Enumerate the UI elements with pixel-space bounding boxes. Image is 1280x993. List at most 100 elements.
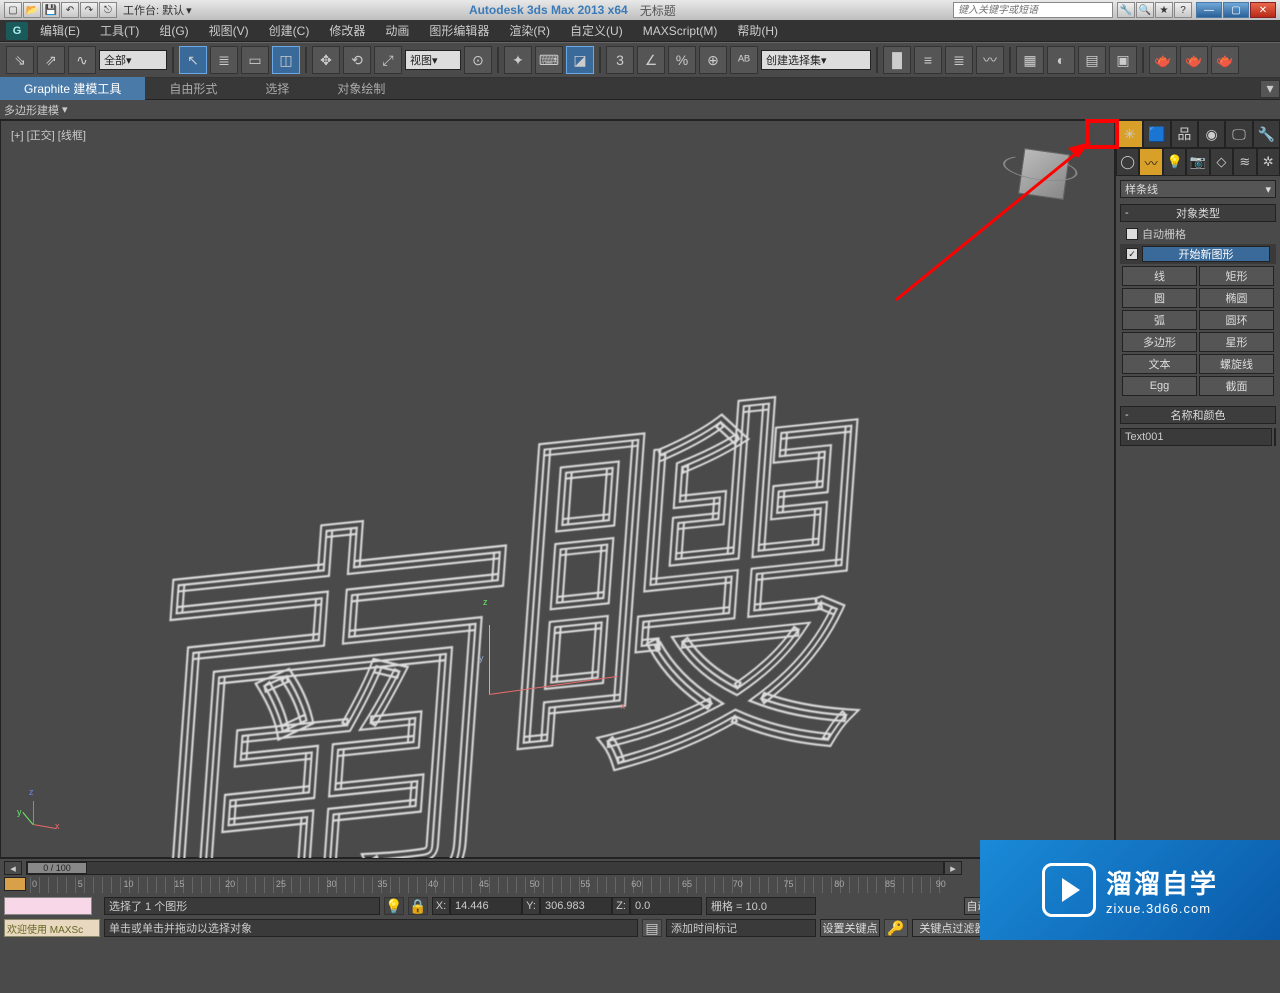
spinner-snap-icon[interactable]: ⊕: [699, 46, 727, 74]
circle-button[interactable]: 圆: [1122, 288, 1197, 308]
ellipse-button[interactable]: 椭圆: [1199, 288, 1274, 308]
move-icon[interactable]: ✥: [312, 46, 340, 74]
menu-render[interactable]: 渲染(R): [501, 20, 558, 41]
percent-snap-icon[interactable]: %: [668, 46, 696, 74]
time-ruler[interactable]: 051015202530354045505560657075808590: [30, 877, 948, 893]
motion-tab-icon[interactable]: ◉: [1198, 120, 1225, 148]
y-value[interactable]: 306.983: [540, 897, 612, 915]
menu-tools[interactable]: 工具(T): [92, 20, 147, 41]
maximize-button[interactable]: ▢: [1223, 2, 1249, 18]
shape-type-dropdown[interactable]: 样条线▾: [1120, 180, 1276, 198]
select-icon[interactable]: ↖: [179, 46, 207, 74]
named-selection-dropdown[interactable]: 创建选择集 ▾: [761, 50, 871, 70]
app-logo-icon[interactable]: G: [6, 22, 28, 40]
menu-help[interactable]: 帮助(H): [729, 20, 786, 41]
help-icon[interactable]: ?: [1174, 2, 1192, 18]
star-icon[interactable]: ★: [1155, 2, 1173, 18]
material-icon[interactable]: ◐: [1047, 46, 1075, 74]
start-new-checkbox[interactable]: ✓: [1126, 248, 1138, 260]
hierarchy-tab-icon[interactable]: 品: [1171, 120, 1198, 148]
modify-tab-icon[interactable]: 🟦: [1143, 120, 1170, 148]
geometry-icon[interactable]: ◯: [1116, 148, 1139, 176]
angle-snap-icon[interactable]: ∠: [637, 46, 665, 74]
auto-grid-checkbox[interactable]: [1126, 228, 1138, 240]
undo-icon[interactable]: ↶: [61, 2, 79, 18]
viewport-label[interactable]: [+] [正交] [线框]: [11, 127, 86, 143]
time-slider[interactable]: 0 / 100: [26, 861, 944, 875]
ref-coord-dropdown[interactable]: 视图 ▾: [405, 50, 461, 70]
rect-region-icon[interactable]: ▭: [241, 46, 269, 74]
snap3-icon[interactable]: 3: [606, 46, 634, 74]
auto-grid-row[interactable]: 自动栅格: [1120, 224, 1276, 244]
setkey-button[interactable]: 设置关键点: [820, 919, 880, 937]
donut-button[interactable]: 圆环: [1199, 310, 1274, 330]
script-listener-icon[interactable]: ▤: [642, 919, 662, 937]
bind-icon[interactable]: ∿: [68, 46, 96, 74]
track-bar-icon[interactable]: [4, 877, 26, 891]
object-color-swatch[interactable]: [1274, 428, 1276, 446]
pivot-icon[interactable]: ⊙: [464, 46, 492, 74]
create-tab-icon[interactable]: ✳: [1116, 120, 1143, 148]
shapes-icon[interactable]: 〰: [1139, 148, 1162, 176]
transform-gizmo[interactable]: z y x: [481, 603, 621, 703]
lock-icon[interactable]: 💡: [384, 897, 404, 915]
window-crossing-icon[interactable]: ◫: [272, 46, 300, 74]
ribbon-tab-selection[interactable]: 选择: [241, 77, 313, 100]
key-icon[interactable]: 🔑: [884, 919, 908, 937]
z-value[interactable]: 0.0: [630, 897, 702, 915]
curve-editor-icon[interactable]: 〰: [976, 46, 1004, 74]
timeline-left-icon[interactable]: ◂: [4, 861, 22, 875]
helix-button[interactable]: 螺旋线: [1199, 354, 1274, 374]
x-value[interactable]: 14.446: [450, 897, 522, 915]
snap-toggle-icon[interactable]: ◪: [566, 46, 594, 74]
object-name-input[interactable]: [1120, 428, 1272, 446]
lock-sel-icon[interactable]: 🔒: [408, 897, 428, 915]
menu-maxscript[interactable]: MAXScript(M): [635, 22, 726, 40]
menu-edit[interactable]: 编辑(E): [32, 20, 88, 41]
mirror-icon[interactable]: ▐▌: [883, 46, 911, 74]
timeline-right-icon[interactable]: ▸: [944, 861, 962, 875]
display-tab-icon[interactable]: 🖵: [1225, 120, 1252, 148]
text-button[interactable]: 文本: [1122, 354, 1197, 374]
layers-icon[interactable]: ≣: [945, 46, 973, 74]
workspace-dropdown[interactable]: 工作台: 默认▾: [123, 2, 192, 18]
arc-button[interactable]: 弧: [1122, 310, 1197, 330]
cameras-icon[interactable]: 📷: [1186, 148, 1209, 176]
start-new-button[interactable]: 开始新图形: [1142, 246, 1270, 262]
unlink-icon[interactable]: ⇗: [37, 46, 65, 74]
link-icon[interactable]: ⎋: [99, 2, 117, 18]
open-icon[interactable]: 📂: [23, 2, 41, 18]
menu-views[interactable]: 视图(V): [201, 20, 257, 41]
selection-filter-dropdown[interactable]: 全部 ▾: [99, 50, 167, 70]
edit-named-icon[interactable]: ᴬᴮ: [730, 46, 758, 74]
viewport[interactable]: [+] [正交] [线框] 南 瞍 z y x z x y: [0, 120, 1115, 858]
ribbon-tab-paint[interactable]: 对象绘制: [313, 77, 409, 100]
time-tag-field[interactable]: 添加时间标记: [666, 919, 816, 937]
star-button[interactable]: 星形: [1199, 332, 1274, 352]
scale-icon[interactable]: ⤢: [374, 46, 402, 74]
render-prod-icon[interactable]: 🫖: [1180, 46, 1208, 74]
line-button[interactable]: 线: [1122, 266, 1197, 286]
egg-button[interactable]: Egg: [1122, 376, 1197, 396]
link-icon[interactable]: ⇘: [6, 46, 34, 74]
ribbon-tab-freeform[interactable]: 自由形式: [145, 77, 241, 100]
systems-icon[interactable]: ✲: [1257, 148, 1280, 176]
ribbon-help-icon[interactable]: ▾: [1260, 80, 1280, 98]
render-iter-icon[interactable]: 🫖: [1211, 46, 1239, 74]
render-icon[interactable]: 🫖: [1149, 46, 1177, 74]
menu-custom[interactable]: 自定义(U): [562, 20, 631, 41]
time-slider-thumb[interactable]: 0 / 100: [27, 862, 87, 874]
close-button[interactable]: ✕: [1250, 2, 1276, 18]
rollout-object-type[interactable]: 对象类型: [1120, 204, 1276, 222]
schematic-icon[interactable]: ▦: [1016, 46, 1044, 74]
align-icon[interactable]: ≡: [914, 46, 942, 74]
rotate-icon[interactable]: ⟲: [343, 46, 371, 74]
script-status-icon[interactable]: [4, 897, 92, 915]
ribbon-tab-graphite[interactable]: Graphite 建模工具: [0, 77, 145, 100]
menu-group[interactable]: 组(G): [151, 20, 196, 41]
ngon-button[interactable]: 多边形: [1122, 332, 1197, 352]
ribbon-sub-label[interactable]: 多边形建模: [4, 102, 59, 118]
rectangle-button[interactable]: 矩形: [1199, 266, 1274, 286]
lights-icon[interactable]: 💡: [1163, 148, 1186, 176]
minimize-button[interactable]: —: [1196, 2, 1222, 18]
